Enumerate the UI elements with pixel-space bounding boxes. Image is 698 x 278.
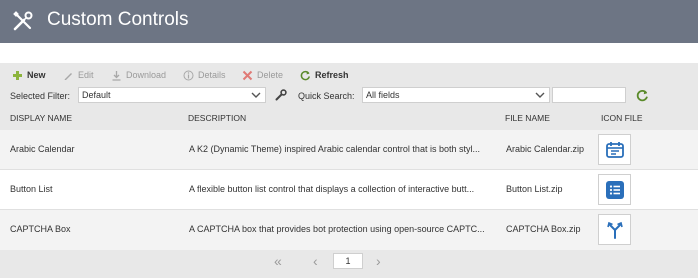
calendar-icon <box>605 141 624 158</box>
quick-search-label: Quick Search: <box>298 91 355 101</box>
selected-filter-label: Selected Filter: <box>10 91 71 101</box>
wrench-icon[interactable] <box>275 89 287 101</box>
new-button[interactable]: New <box>12 68 46 82</box>
selected-filter-dropdown[interactable]: Default <box>78 87 266 103</box>
refresh-icon[interactable] <box>636 89 649 102</box>
close-icon <box>242 70 253 80</box>
edit-button[interactable]: Edit <box>63 68 94 82</box>
list-icon <box>605 180 624 199</box>
wrench-screwdriver-icon <box>13 11 33 31</box>
file-name-cell: CAPTCHA Box.zip <box>506 224 581 234</box>
new-label: New <box>27 70 46 80</box>
column-header-description[interactable]: DESCRIPTION <box>188 113 246 123</box>
column-header-display-name[interactable]: DISPLAY NAME <box>10 113 72 123</box>
table-header: DISPLAY NAME DESCRIPTION FILE NAME ICON … <box>0 108 698 130</box>
toolbar: New Edit Download Details Delete Refresh <box>0 64 698 84</box>
chevron-down-icon <box>535 92 545 98</box>
quick-search-field-value: All fields <box>366 90 400 100</box>
info-icon <box>183 70 194 80</box>
branch-icon <box>606 221 623 239</box>
delete-label: Delete <box>257 70 284 80</box>
display-name-cell: CAPTCHA Box <box>10 224 71 234</box>
selected-filter-value: Default <box>82 90 111 100</box>
icon-file-cell <box>598 214 631 245</box>
delete-button[interactable]: Delete <box>242 68 283 82</box>
description-cell: A flexible button list control that disp… <box>189 184 475 194</box>
previous-page-icon[interactable]: ‹ <box>313 254 318 268</box>
edit-label: Edit <box>78 70 94 80</box>
file-name-cell: Button List.zip <box>506 184 563 194</box>
description-cell: A K2 (Dynamic Theme) inspired Arabic cal… <box>189 144 480 154</box>
next-page-icon[interactable]: › <box>376 254 381 268</box>
download-icon <box>112 70 121 81</box>
download-label: Download <box>126 70 167 80</box>
details-button[interactable]: Details <box>183 68 226 82</box>
display-name-cell: Button List <box>10 184 53 194</box>
table-row[interactable]: Button List A flexible button list contr… <box>0 170 698 210</box>
refresh-button[interactable]: Refresh <box>300 68 349 82</box>
page-title: Custom Controls <box>47 9 189 30</box>
details-label: Details <box>198 70 226 80</box>
refresh-label: Refresh <box>315 70 349 80</box>
column-header-file-name[interactable]: FILE NAME <box>505 113 550 123</box>
icon-file-cell <box>598 174 631 205</box>
refresh-icon <box>300 70 311 80</box>
chevron-down-icon <box>251 92 261 98</box>
description-cell: A CAPTCHA box that provides bot protecti… <box>189 224 485 234</box>
table-row[interactable]: CAPTCHA Box A CAPTCHA box that provides … <box>0 210 698 250</box>
plus-icon <box>13 70 22 80</box>
pencil-icon <box>64 72 72 80</box>
quick-search-input[interactable] <box>552 87 626 103</box>
filter-row: Selected Filter: Default Quick Search: A… <box>0 86 698 106</box>
display-name-cell: Arabic Calendar <box>10 144 75 154</box>
pagination-bar: « ‹ 1 › <box>0 250 698 274</box>
page-header: Custom Controls <box>0 0 698 43</box>
table-row[interactable]: Arabic Calendar A K2 (Dynamic Theme) ins… <box>0 130 698 170</box>
column-header-icon-file[interactable]: ICON FILE <box>601 113 643 123</box>
first-page-icon[interactable]: « <box>274 254 282 268</box>
icon-file-cell <box>598 134 631 165</box>
quick-search-field-dropdown[interactable]: All fields <box>362 87 550 103</box>
file-name-cell: Arabic Calendar.zip <box>506 144 585 154</box>
download-button[interactable]: Download <box>111 68 166 82</box>
page-number-input[interactable]: 1 <box>333 253 363 269</box>
